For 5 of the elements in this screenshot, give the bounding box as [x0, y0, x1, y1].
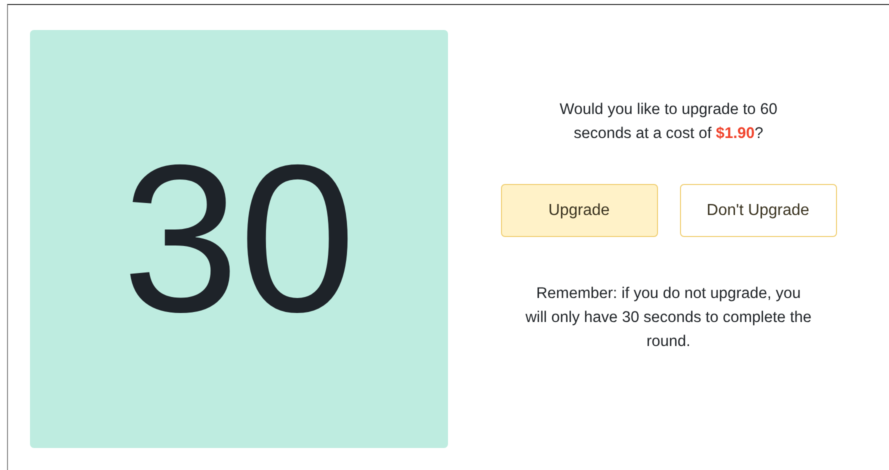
upgrade-button[interactable]: Upgrade	[500, 184, 658, 237]
countdown-number: 30	[30, 30, 448, 448]
upgrade-question: Would you like to upgrade to 60 seconds at a cost of $1.90?	[558, 100, 778, 144]
decline-button[interactable]: Don't Upgrade	[680, 184, 836, 237]
reminder-text: Remember: if you do not upgrade, you will only have 30 seconds to complete the round.	[524, 284, 813, 352]
